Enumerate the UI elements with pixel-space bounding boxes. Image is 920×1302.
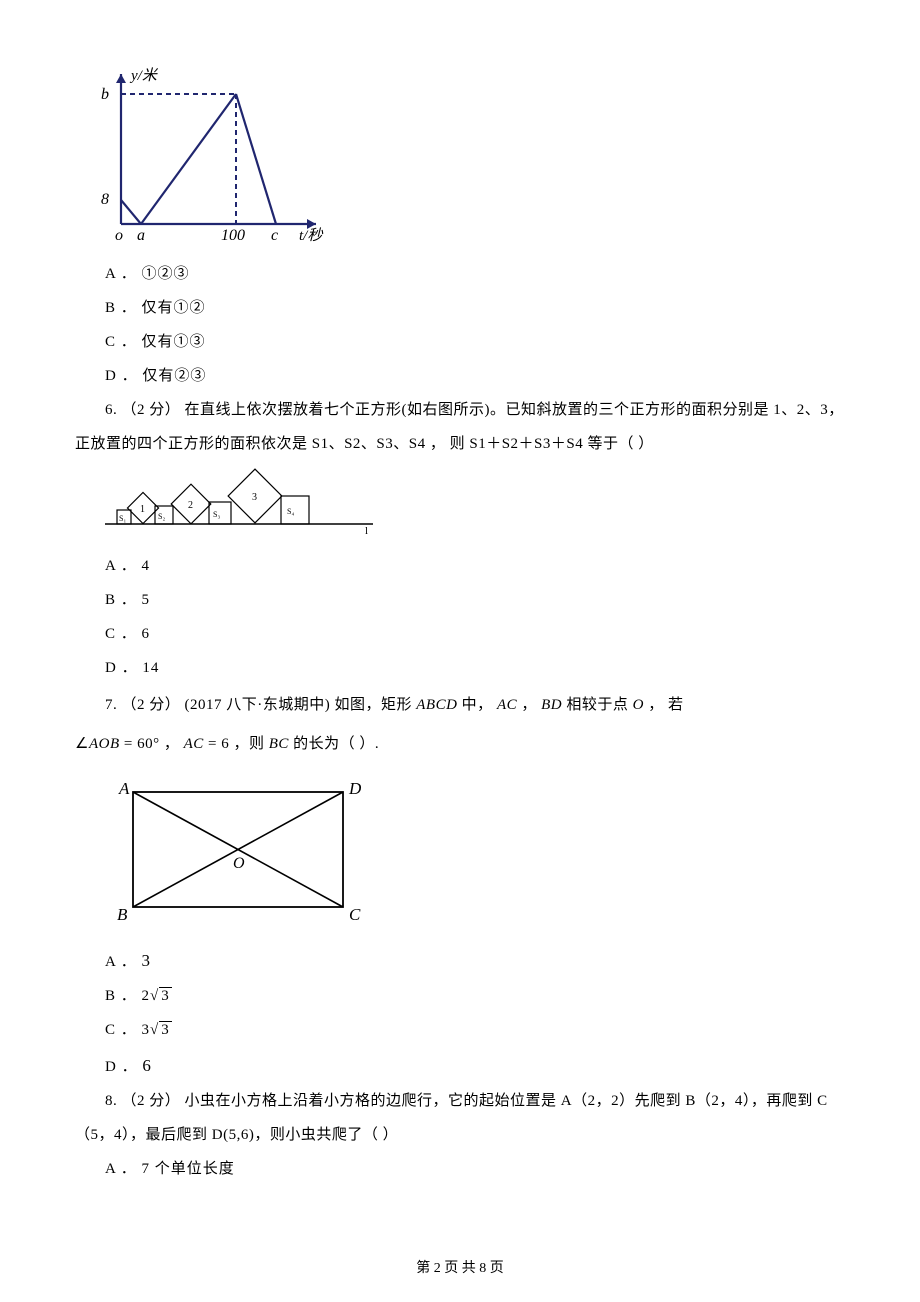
page-footer: 第 2 页 共 8 页 [0,1258,920,1280]
origin-o: o [115,227,123,244]
q6-option-c: C ． 6 [105,622,845,646]
tick-100: 100 [221,227,245,244]
q6-stem-line1: 6. （2 分） 在直线上依次摆放着七个正方形(如右图所示)。已知斜放置的三个正… [75,398,845,422]
q5-option-d: D ． 仅有②③ [105,364,845,388]
q7-option-b: B ． 2√3 [105,984,845,1008]
tick-c: c [271,227,278,244]
q7-figure: A D B C O [103,774,845,937]
q8-stem-line1: 8. （2 分） 小虫在小方格上沿着小方格的边爬行，它的起始位置是 A（2，2）… [75,1089,845,1113]
q6-option-d: D ． 14 [105,656,845,680]
xlabel: t/秒 [299,227,323,244]
svg-text:1: 1 [140,504,145,515]
q7-option-a: A ． 3 [105,947,845,974]
svg-text:2: 2 [188,500,193,511]
q5-graph: 8 b o a 100 c t/秒 y/米 [81,64,845,252]
svg-text:C: C [349,905,361,924]
q7-stem: 7. （2 分） (2017 八下·东城期中) 如图，矩形 ABCD 中， AC… [75,690,845,722]
q7-option-c: C ． 3√3 [105,1018,845,1042]
svg-text:O: O [233,855,245,872]
svg-text:B: B [117,905,128,924]
q6-stem-line2: 正放置的四个正方形的面积依次是 S1、S2、S3、S4 ， 则 S1＋S2＋S3… [75,432,845,456]
q7-option-d: D ． 6 [105,1052,845,1079]
q6-option-b: B ． 5 [105,588,845,612]
q8-stem-line2: （5，4），最后爬到 D(5,6)，则小虫共爬了（ ） [75,1123,845,1147]
q5-option-c: C ． 仅有①③ [105,330,845,354]
svg-text:S₃: S₃ [213,510,220,519]
q8-option-a: A ． 7 个单位长度 [105,1157,845,1181]
svg-text:A: A [118,779,130,798]
tick-a: a [137,227,145,244]
svg-text:l: l [365,525,368,536]
q7-stem-line2: ∠AOB = 60° ， AC = 6 ，则 BC 的长为（ ）. [75,732,845,756]
tick-8: 8 [101,191,109,208]
svg-text:3: 3 [252,492,257,503]
svg-text:D: D [348,779,362,798]
svg-text:S₂: S₂ [158,512,165,521]
q5-option-b: B ． 仅有①② [105,296,845,320]
svg-text:S₁: S₁ [119,514,126,523]
tick-b: b [101,86,109,103]
q5-option-a: A ． ①②③ [105,262,845,286]
svg-text:S₄: S₄ [287,507,294,516]
q6-option-a: A ． 4 [105,554,845,578]
ylabel: y/米 [129,67,159,84]
q6-figure: S₁ 1 S₂ 2 S₃ 3 S₄ l [103,466,845,544]
